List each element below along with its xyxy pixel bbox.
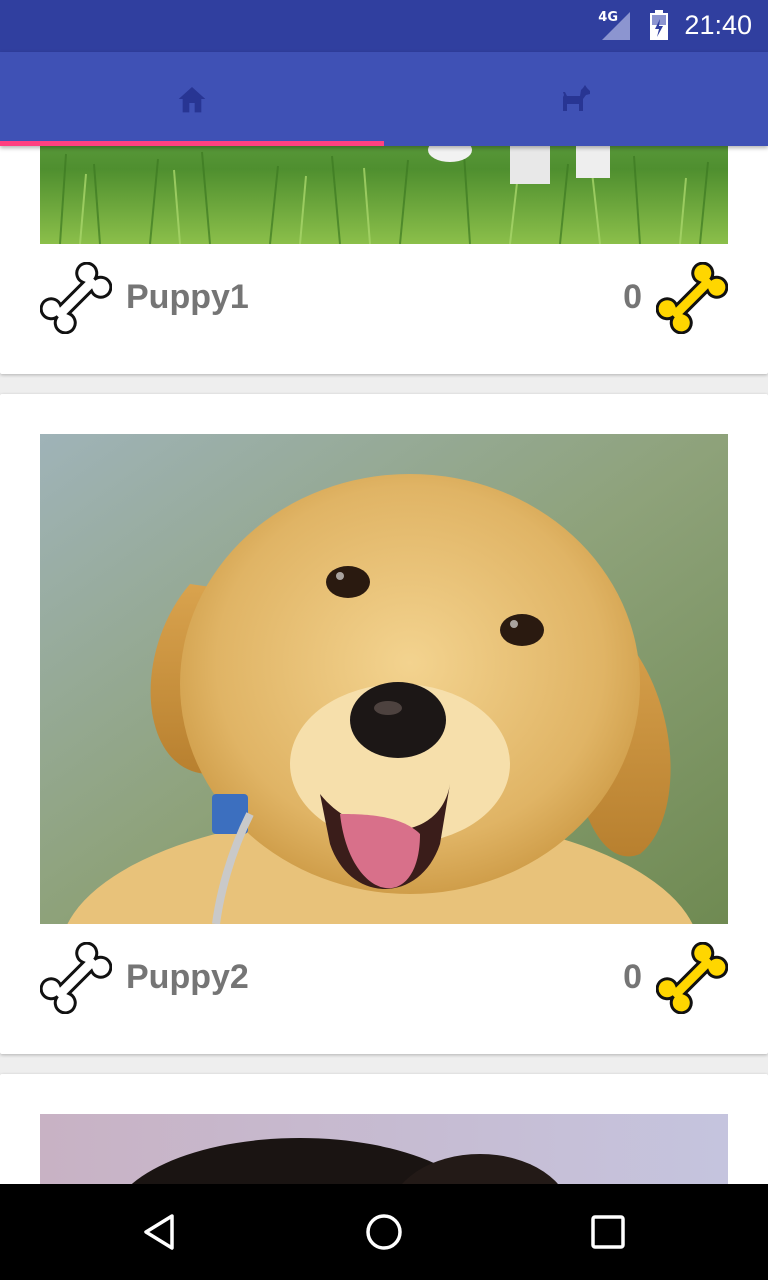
home-icon [178,87,206,113]
back-icon [144,1214,174,1250]
bone-outline-icon[interactable] [40,262,112,334]
puppy-card: Puppy1 0 [0,146,768,374]
bone-filled-icon[interactable] [656,942,728,1014]
tab-home[interactable] [0,52,384,146]
system-nav-bar [0,1184,768,1280]
battery-icon [650,10,668,40]
back-button[interactable] [132,1204,188,1260]
tab-bar [0,52,768,146]
puppy-photo[interactable] [40,146,728,244]
signal-icon [602,12,630,40]
puppy-photo[interactable] [40,434,728,924]
home-button[interactable] [356,1204,412,1260]
home-circle-icon [366,1214,402,1250]
recents-icon [591,1215,625,1249]
recents-button[interactable] [580,1204,636,1260]
puppy-photo[interactable] [40,1114,728,1184]
like-count: 0 [623,278,642,316]
like-count: 0 [623,958,642,996]
card-footer: Puppy1 0 [40,262,728,334]
dog-icon [563,85,590,111]
puppy-feed[interactable]: Puppy1 0 Puppy2 0 [0,146,768,1184]
puppy-card: Puppy2 0 [0,394,768,1054]
puppy-name: Puppy2 [126,958,249,996]
puppy-card [0,1074,768,1184]
tab-indicator [0,141,384,146]
bone-filled-icon[interactable] [656,262,728,334]
tab-dog[interactable] [384,52,768,146]
status-bar: 4G 21:40 [0,0,768,52]
card-footer: Puppy2 0 [40,942,728,1014]
bone-outline-icon[interactable] [40,942,112,1014]
puppy-name: Puppy1 [126,278,249,316]
clock: 21:40 [684,10,752,40]
app-screen: 4G 21:40 Puppy1 0 Puppy2 0 [0,0,768,1280]
